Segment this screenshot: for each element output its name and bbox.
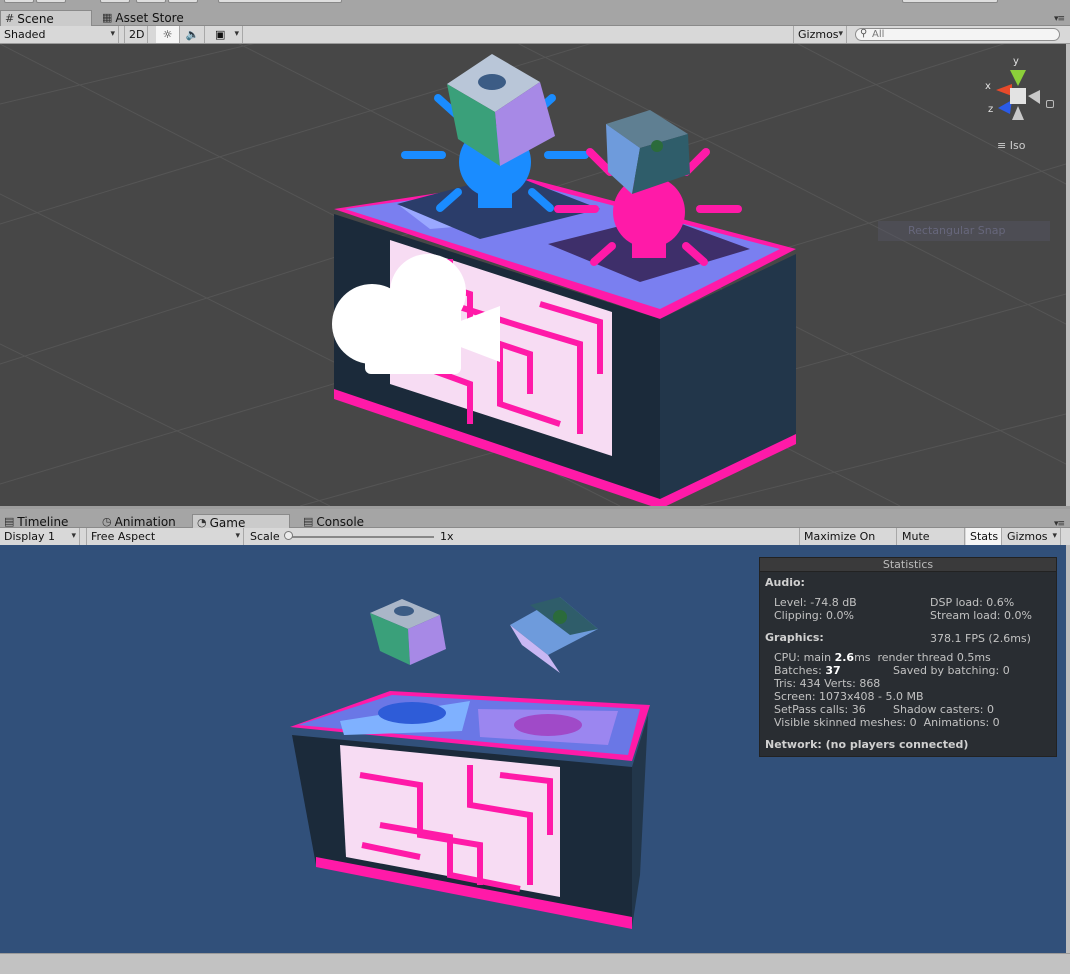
saved-by-batching: Saved by batching: 0 xyxy=(893,664,1010,677)
screen-readout: Screen: 1073x408 - 5.0 MB xyxy=(774,690,924,703)
game-gizmos-dropdown[interactable]: Gizmos xyxy=(1003,528,1061,545)
image-icon: ▣ xyxy=(215,28,226,41)
lock-icon[interactable] xyxy=(1046,100,1054,108)
gizmos-dropdown[interactable]: Gizmos xyxy=(793,26,847,43)
menu-lines-icon: ≡ xyxy=(997,139,1007,152)
statistics-panel: Statistics Audio: Level: -74.8 dB DSP lo… xyxy=(759,557,1057,757)
axis-x-label: x xyxy=(985,81,991,92)
search-icon: ⚲ xyxy=(860,28,868,39)
hand-tool-button[interactable] xyxy=(4,0,34,3)
status-bar xyxy=(0,953,1070,974)
scene-viewport[interactable]: y x z ≡ Iso Rectangular Snap xyxy=(0,44,1066,506)
timeline-icon: ▤ xyxy=(4,515,15,528)
batches-readout: Batches: 37 xyxy=(774,664,841,677)
tab-scene[interactable]: # Scene xyxy=(0,10,92,26)
cpu-readout: CPU: main 2.6ms render thread 0.5ms xyxy=(774,651,991,664)
scale-value: 1x xyxy=(440,530,454,543)
pivot-toggle[interactable] xyxy=(218,0,342,3)
scene-search-input[interactable]: ⚲ All xyxy=(855,28,1060,41)
scale-slider-track[interactable] xyxy=(288,536,434,538)
fps-readout: 378.1 FPS (2.6ms) xyxy=(930,632,1031,645)
effects-dropdown[interactable]: ▣ xyxy=(211,26,243,43)
axis-y-label: y xyxy=(1013,56,1019,67)
shadow-casters: Shadow casters: 0 xyxy=(893,703,994,716)
audio-toggle-button[interactable]: 🔈 xyxy=(181,26,205,43)
rotate-tool-button[interactable] xyxy=(100,0,130,3)
grid-icon: # xyxy=(5,11,15,25)
scene-right-edge xyxy=(1066,44,1070,506)
statistics-title: Statistics xyxy=(760,558,1056,572)
orientation-gizmo[interactable]: y x z xyxy=(985,56,1040,120)
console-icon: ▤ xyxy=(303,515,314,528)
dsp-load: DSP load: 0.6% xyxy=(930,596,1015,609)
audio-clipping: Clipping: 0.0% xyxy=(774,609,854,622)
stream-load: Stream load: 0.0% xyxy=(930,609,1032,622)
axis-z-label: z xyxy=(988,104,993,115)
maximize-on-play-toggle[interactable]: Maximize On Play xyxy=(799,528,897,560)
game-cube-left xyxy=(370,599,446,665)
tab-animation[interactable]: ◷ Animation xyxy=(98,515,182,529)
clock-icon: ◷ xyxy=(102,515,112,528)
setpass-calls: SetPass calls: 36 xyxy=(774,703,866,716)
tab-console[interactable]: ▤ Console xyxy=(299,515,370,529)
store-icon: ▦ xyxy=(102,11,113,24)
shading-mode-dropdown[interactable]: Shaded xyxy=(0,26,119,43)
stats-toggle[interactable]: Stats xyxy=(966,528,1002,545)
display-dropdown[interactable]: Display 1 xyxy=(0,528,80,545)
tab-timeline[interactable]: ▤ Timeline xyxy=(0,515,74,529)
scene-tab-bar: # Scene ▦ Asset Store ▾≡ xyxy=(0,4,1070,26)
play-controls[interactable] xyxy=(902,0,998,3)
panel-menu-icon[interactable]: ▾≡ xyxy=(1054,14,1065,24)
rectangular-snap-overlay: Rectangular Snap xyxy=(878,221,1050,241)
rect-tool-button[interactable] xyxy=(168,0,198,3)
game-cube-right xyxy=(510,597,598,673)
move-tool-button[interactable] xyxy=(36,0,66,3)
scene-render: y x z xyxy=(0,44,1066,506)
audio-header: Audio: xyxy=(765,576,805,589)
audio-level: Level: -74.8 dB xyxy=(774,596,857,609)
game-viewport[interactable]: Statistics Audio: Level: -74.8 dB DSP lo… xyxy=(0,545,1066,953)
game-right-edge xyxy=(1066,545,1070,953)
sun-icon: ☼ xyxy=(162,28,173,41)
game-cabinet xyxy=(290,691,650,929)
game-toolbar: Display 1 Free Aspect Scale 1x Maximize … xyxy=(0,528,1070,560)
mute-audio-toggle[interactable]: Mute Audio xyxy=(898,528,965,560)
game-tab-bar: ▤ Timeline ◷ Animation ◔ Game ▤ Console … xyxy=(0,506,1070,530)
network-status: Network: (no players connected) xyxy=(765,738,969,751)
2d-toggle-button[interactable]: 2D xyxy=(124,26,148,43)
floating-cube-right xyxy=(606,110,690,194)
lighting-toggle-button[interactable]: ☼ xyxy=(156,26,180,43)
projection-label[interactable]: ≡ Iso xyxy=(997,139,1025,152)
scene-toolbar: Shaded 2D ☼ 🔈 ▣ Gizmos ⚲ All xyxy=(0,26,1070,44)
tris-verts: Tris: 434 Verts: 868 xyxy=(774,677,881,690)
skinned-meshes: Visible skinned meshes: 0 Animations: 0 xyxy=(774,716,1000,729)
tab-asset-store[interactable]: ▦ Asset Store xyxy=(98,11,190,25)
scale-label: Scale xyxy=(250,530,280,543)
graphics-header: Graphics: xyxy=(765,631,824,644)
scale-tool-button[interactable] xyxy=(136,0,166,3)
speaker-icon: 🔈 xyxy=(185,28,200,41)
scale-slider-handle[interactable] xyxy=(284,531,293,540)
aspect-dropdown[interactable]: Free Aspect xyxy=(86,528,244,545)
